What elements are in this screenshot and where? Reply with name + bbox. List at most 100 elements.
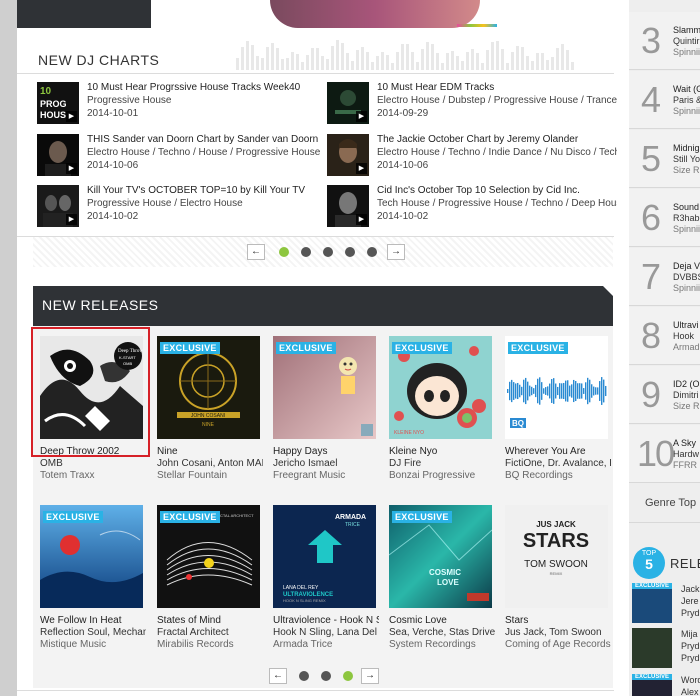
release-artist[interactable]: FictiOne, Dr. Avalance, E [505, 458, 611, 469]
release-title[interactable]: Ultraviolence - Hook N S [273, 615, 379, 626]
release-label[interactable]: System Recordings [389, 639, 495, 650]
top5-line[interactable]: Pryd [681, 607, 700, 619]
chart-title[interactable]: Cid Inc's October Top 10 Selection by Ci… [377, 185, 617, 196]
track-title[interactable]: A Sky [673, 438, 696, 448]
release-cover[interactable]: COSMIC LOVE EXCLUSIVE [389, 505, 492, 608]
top5-text[interactable]: Word Alex [681, 674, 700, 696]
top5-line[interactable]: Jack [681, 583, 700, 595]
track-label[interactable]: FFRR [673, 460, 697, 470]
chart-thumbnail[interactable]: ▶ [327, 185, 369, 227]
release-cover[interactable]: KLEINE NYO EXCLUSIVE [389, 336, 492, 439]
chart-item[interactable]: ▶ Kill Your TV's OCTOBER TOP=10 by Kill … [37, 185, 327, 229]
release-label[interactable]: Coming of Age Records [505, 639, 611, 650]
track-title[interactable]: Midnig [673, 143, 700, 153]
track-artist[interactable]: R3hab [673, 213, 700, 223]
release-label[interactable]: BQ Recordings [505, 470, 611, 481]
top10-item[interactable]: 10 A Sky Hardw FFRR [629, 425, 700, 483]
chart-thumbnail[interactable]: ▶ [37, 185, 79, 227]
track-label[interactable]: Armad [673, 342, 700, 352]
release-title[interactable]: We Follow In Heat [40, 615, 146, 626]
release-cover[interactable]: JUS JACK STARS TOM SWOON REMIX [505, 505, 608, 608]
chart-item[interactable]: ▶ Cid Inc's October Top 10 Selection by … [327, 185, 617, 229]
chart-item[interactable]: ▶ The Jackie October Chart by Jeremy Ola… [327, 134, 617, 178]
release-cover[interactable]: BQ EXCLUSIVE [505, 336, 608, 439]
track-title[interactable]: Deja V [673, 261, 700, 271]
track-label[interactable]: Spinnii [673, 283, 700, 293]
release-artist[interactable]: Fractal Architect [157, 627, 263, 638]
prev-arrow-icon[interactable]: ← [247, 244, 265, 260]
chart-item[interactable]: ▶ THIS Sander van Doorn Chart by Sander … [37, 134, 327, 178]
release-cover[interactable]: 061FRACTAL ARCHITECT EXCLUSIVE [157, 505, 260, 608]
chart-thumbnail[interactable]: 10 PROG HOUS ▶ [37, 82, 79, 124]
release-title[interactable]: Happy Days [273, 446, 379, 457]
track-label[interactable]: Size R [673, 165, 700, 175]
track-artist[interactable]: Paris & [673, 95, 700, 105]
track-label[interactable]: Size R [673, 401, 700, 411]
release-artist[interactable]: DJ Fire [389, 458, 495, 469]
pager-dot[interactable] [321, 671, 331, 681]
top5-line[interactable]: Word [681, 674, 700, 686]
play-icon[interactable]: ▶ [66, 214, 77, 225]
top10-item[interactable]: 9 ID2 (O Dimitri Size R [629, 366, 700, 424]
pager-dot[interactable] [323, 247, 333, 257]
chart-title[interactable]: 10 Must Hear EDM Tracks [377, 82, 617, 93]
chart-title[interactable]: THIS Sander van Doorn Chart by Sander va… [87, 134, 327, 145]
next-arrow-icon[interactable]: → [361, 668, 379, 684]
top10-item[interactable]: 4 Wait (G Paris & Spinnii [629, 71, 700, 129]
genre-top10-link[interactable]: Genre Top 10 [645, 497, 700, 509]
top5-text[interactable]: Mija Pryd Pryd [681, 628, 700, 664]
prev-arrow-icon[interactable]: ← [269, 668, 287, 684]
chart-title[interactable]: The Jackie October Chart by Jeremy Oland… [377, 134, 617, 145]
track-artist[interactable]: Dimitri [673, 390, 699, 400]
release-title[interactable]: Stars [505, 615, 611, 626]
top5-cover[interactable]: EXCLUSIVE [632, 583, 672, 623]
release-artist[interactable]: OMB [40, 458, 146, 469]
top10-item[interactable]: 8 Ultravi Hook Armad [629, 307, 700, 365]
chart-thumbnail[interactable]: ▶ [327, 134, 369, 176]
release-cover[interactable]: ARMADA TRICE LANA DEL REY ULTRAVIOLENCE HOOK… [273, 505, 376, 608]
release-cover[interactable]: JOHN COSANI NINE EXCLUSIVE [157, 336, 260, 439]
release-title[interactable]: Nine [157, 446, 263, 457]
track-label[interactable]: Spinnii [673, 47, 700, 57]
release-artist[interactable]: Sea, Verche, Stas Drive [389, 627, 495, 638]
pager-dot[interactable] [299, 671, 309, 681]
track-artist[interactable]: Hook [673, 331, 694, 341]
release-title[interactable]: Wherever You Are [505, 446, 611, 457]
release-label[interactable]: Mirabilis Records [157, 639, 263, 650]
top10-item[interactable]: 5 Midnig Still Yo Size R [629, 130, 700, 188]
pager-dot[interactable] [345, 247, 355, 257]
top-banner-image[interactable] [270, 0, 480, 28]
play-icon[interactable]: ▶ [356, 214, 367, 225]
track-artist[interactable]: Quintir [673, 36, 700, 46]
track-title[interactable]: ID2 (O [673, 379, 700, 389]
top5-cover[interactable]: EXCLUSIVE [632, 674, 672, 696]
track-artist[interactable]: DVBBS [673, 272, 700, 282]
top5-line[interactable]: Pryd [681, 652, 700, 664]
release-label[interactable]: Freegrant Music [273, 470, 379, 481]
release-artist[interactable]: Jericho Ismael [273, 458, 379, 469]
release-cover[interactable]: EXCLUSIVE [40, 505, 143, 608]
pager-dot[interactable] [343, 671, 353, 681]
top5-cover[interactable] [632, 628, 672, 668]
release-title[interactable]: Cosmic Love [389, 615, 495, 626]
pager-dot[interactable] [279, 247, 289, 257]
chart-item[interactable]: 10 PROG HOUS ▶ 10 Must Hear Progrssive Hou… [37, 82, 327, 126]
track-label[interactable]: Spinnii [673, 106, 700, 116]
release-label[interactable]: Bonzai Progressive [389, 470, 495, 481]
track-artist[interactable]: Hardw [673, 449, 699, 459]
top5-line[interactable]: Alex [681, 686, 700, 696]
release-cover[interactable]: EXCLUSIVE [273, 336, 376, 439]
pager-dot[interactable] [301, 247, 311, 257]
top5-line[interactable]: Pryd [681, 640, 700, 652]
release-artist[interactable]: Hook N Sling, Lana Del [273, 627, 379, 638]
next-arrow-icon[interactable]: → [387, 244, 405, 260]
top10-item[interactable]: 3 Slamm Quintir Spinnii [629, 12, 700, 70]
release-artist[interactable]: Reflection Soul, Mechan [40, 627, 146, 638]
track-title[interactable]: Wait (G [673, 84, 700, 94]
top5-line[interactable]: Mija [681, 628, 700, 640]
track-title[interactable]: Slamm [673, 25, 700, 35]
track-label[interactable]: Spinnii [673, 224, 700, 234]
top10-item[interactable]: 7 Deja V DVBBS Spinnii [629, 248, 700, 306]
top5-line[interactable]: Jere [681, 595, 700, 607]
play-icon[interactable]: ▶ [66, 111, 77, 122]
